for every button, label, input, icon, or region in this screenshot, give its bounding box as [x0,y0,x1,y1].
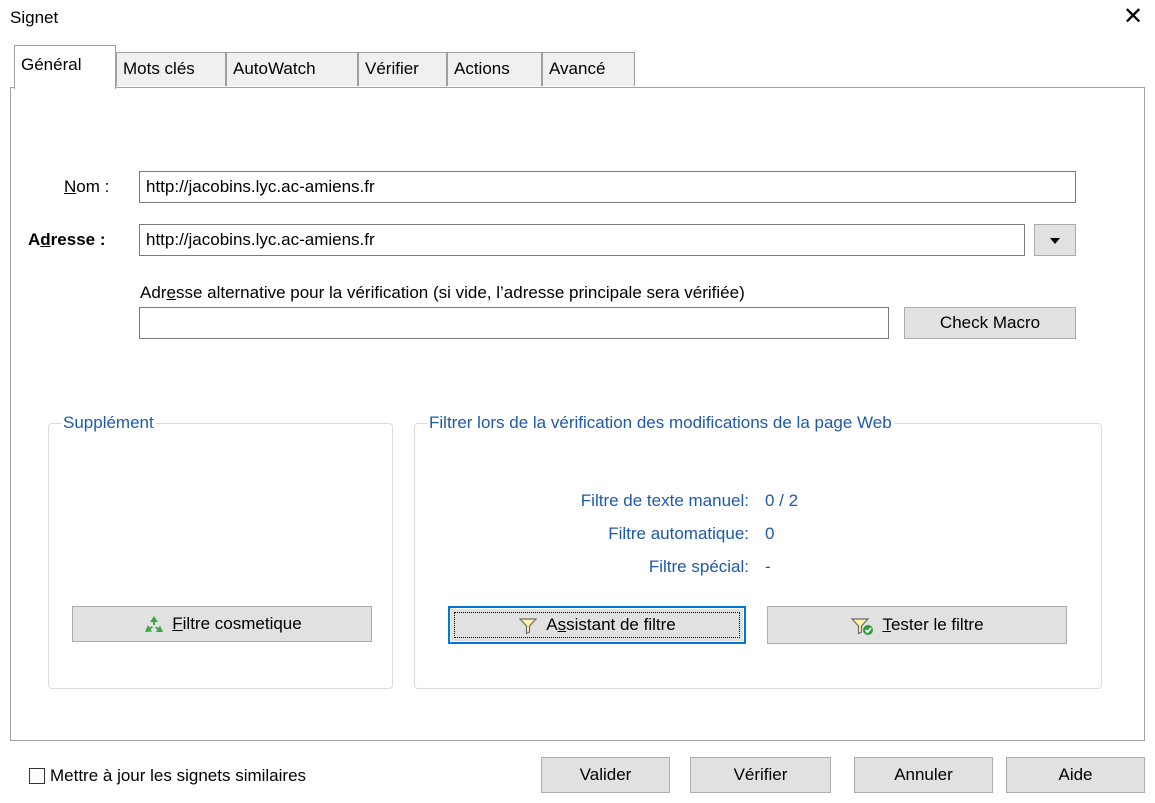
filter-special-label: Filtre spécial: [648,557,749,576]
recycle-icon [145,615,164,632]
adresse-label: Adresse : [28,230,106,249]
verifier-button[interactable]: Vérifier [690,757,831,793]
close-button[interactable]: ✕ [1118,2,1148,32]
adresse-field[interactable]: http://jacobins.lyc.ac-amiens.fr [139,224,1025,256]
check-macro-button[interactable]: Check Macro [904,307,1076,339]
tab-general[interactable]: Général [14,45,116,89]
filter-auto-value: 0 [765,524,775,543]
adresse-dropdown-button[interactable] [1034,224,1076,256]
close-icon: ✕ [1122,3,1144,30]
alt-address-field[interactable] [139,307,889,339]
aide-button[interactable]: Aide [1006,757,1145,793]
tab-actions[interactable]: Actions [447,52,542,86]
tab-verifier[interactable]: Vérifier [358,52,447,86]
supplement-legend: Supplément [63,413,154,432]
window-title: Signet [10,8,59,27]
nom-field[interactable]: http://jacobins.lyc.ac-amiens.fr [139,171,1076,203]
nom-label: Nom : [64,177,110,196]
chevron-down-icon [1050,238,1060,244]
supplement-group: Supplément [48,413,393,689]
filter-auto-label: Filtre automatique: [608,524,749,543]
assistant-filtre-button[interactable]: Assistant de filtre [448,606,746,644]
filter-manual-value: 0 / 2 [765,491,799,510]
filter-group: Filtrer lors de la vérification des modi… [414,413,1102,689]
filter-legend: Filtrer lors de la vérification des modi… [429,413,892,432]
tab-avance[interactable]: Avancé [542,52,635,86]
tab-mots-cles[interactable]: Mots clés [116,52,226,86]
tab-autowatch[interactable]: AutoWatch [226,52,358,86]
funnel-icon [518,617,538,634]
filter-manual-label: Filtre de texte manuel: [580,491,749,510]
valider-button[interactable]: Valider [541,757,670,793]
filter-special-value: - [765,557,771,576]
update-similar-label: Mettre à jour les signets similaires [50,766,307,785]
alt-address-label: Adresse alternative pour la vérification… [140,283,745,302]
annuler-button[interactable]: Annuler [854,757,993,793]
funnel-check-icon [851,617,874,635]
filtre-cosmetique-button[interactable]: Filtre cosmetique [72,606,372,642]
tester-filtre-button[interactable]: Tester le filtre [767,606,1067,644]
update-similar-checkbox[interactable] [29,768,45,784]
